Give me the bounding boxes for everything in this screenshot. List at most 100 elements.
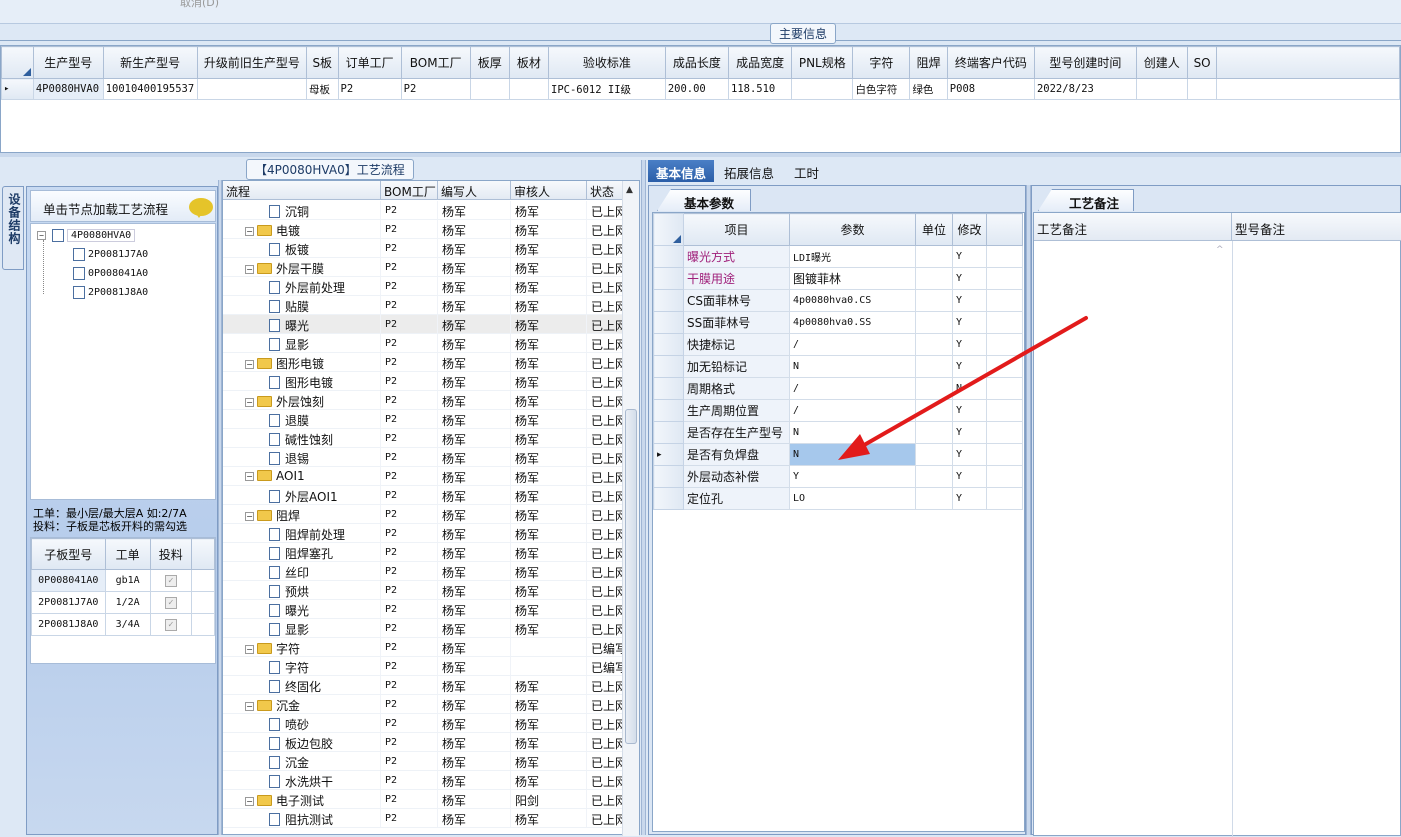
main-cell[interactable]: 4P0080HVA0 (32, 78, 104, 100)
table-row[interactable]: 0P008041A0 gb1A ✓ (31, 569, 216, 592)
process-row[interactable]: 退锡P2杨军杨军已上网 (223, 448, 623, 467)
tab-basic-info[interactable]: 基本信息 (648, 160, 715, 182)
main-cell[interactable] (196, 78, 308, 100)
main-cell[interactable]: P2 (400, 78, 471, 100)
process-row[interactable]: 外层AOI1P2杨军杨军已上网 (223, 486, 623, 505)
col-order[interactable]: 工单 (104, 538, 151, 570)
col-header[interactable]: 板材 (508, 46, 550, 79)
main-cell[interactable]: 绿色 (909, 78, 948, 100)
main-info-grid[interactable]: 生产型号 新生产型号 升级前旧生产型号 S板 订单工厂 BOM工厂 板厚 板材 验收标准 成品长度… (0, 45, 1401, 153)
row-indicator[interactable] (653, 399, 684, 422)
param-modified[interactable]: Y (952, 267, 987, 290)
param-value[interactable]: 4p0080hva0.CS (789, 289, 916, 312)
scroll-up-icon[interactable]: ^ (1216, 245, 1224, 255)
collapse-icon[interactable]: − (245, 472, 254, 481)
process-row[interactable]: 外层前处理P2杨军杨军已上网 (223, 277, 623, 296)
col-header[interactable]: 创建人 (1135, 46, 1188, 79)
main-cell[interactable]: 10010400195537 (102, 78, 198, 100)
main-cell[interactable]: 母板 (306, 78, 339, 100)
col-header[interactable]: 板厚 (469, 46, 510, 79)
col-bom-factory[interactable]: BOM工厂 (381, 181, 438, 199)
param-modified[interactable]: Y (952, 487, 987, 510)
col-header[interactable]: 成品长度 (664, 46, 730, 79)
col-modified[interactable]: 修改 (952, 213, 987, 246)
main-cell[interactable] (469, 78, 510, 100)
select-all-corner[interactable] (653, 213, 684, 246)
feed-checkbox[interactable]: ✓ (164, 618, 177, 631)
row-indicator[interactable]: ▸ (653, 443, 684, 466)
scroll-up-icon[interactable]: ▲ (626, 185, 633, 195)
main-cell[interactable]: 2022/8/23 (1033, 78, 1137, 100)
main-cell[interactable]: 200.00 (664, 78, 730, 100)
col-param[interactable]: 参数 (789, 213, 916, 246)
row-indicator[interactable] (653, 245, 684, 268)
main-data-row[interactable]: ▸ 4P0080HVA0 10010400195537 母板 P2 P2 IPC-6012… (1, 78, 1400, 100)
collapse-icon[interactable]: − (245, 512, 254, 521)
param-row[interactable]: 干膜用途 图镀菲林 Y (653, 267, 1023, 290)
process-row[interactable]: 预烘P2杨军杨军已上网 (223, 581, 623, 600)
process-row[interactable]: 丝印P2杨军杨军已上网 (223, 562, 623, 581)
row-indicator[interactable] (653, 487, 684, 510)
process-row[interactable]: − 电子测试 P2杨军阳剑已上网 (223, 790, 623, 809)
process-row[interactable]: 沉金P2杨军杨军已上网 (223, 752, 623, 771)
process-row[interactable]: −外层蚀刻P2杨军杨军已上网 (223, 391, 623, 410)
collapse-icon[interactable]: − (245, 227, 254, 236)
process-scrollbar[interactable]: ▲ (622, 181, 639, 836)
col-feed[interactable]: 投料 (149, 538, 192, 570)
param-value[interactable]: 图镀菲林 (789, 267, 916, 290)
col-header[interactable]: SO (1186, 46, 1218, 79)
col-header[interactable]: 终端客户代码 (946, 46, 1035, 79)
feed-checkbox[interactable]: ✓ (164, 574, 177, 587)
col-header[interactable]: 生产型号 (32, 46, 104, 79)
process-row[interactable]: 退膜P2杨军杨军已上网 (223, 410, 623, 429)
horizontal-splitter[interactable] (0, 153, 1401, 157)
col-header[interactable]: 订单工厂 (337, 46, 402, 79)
model-tree[interactable]: − 4P0080HVA0 2P0081J7A0 0P008041A0 2P008… (30, 223, 216, 500)
col-header[interactable]: BOM工厂 (400, 46, 471, 79)
param-unit[interactable] (915, 289, 953, 312)
collapse-icon[interactable]: − (245, 702, 254, 711)
process-row[interactable]: 板镀P2杨军杨军已上网 (223, 239, 623, 258)
param-row[interactable]: 定位孔 LO Y (653, 487, 1023, 510)
param-row[interactable]: CS面菲林号 4p0080hva0.CS Y (653, 289, 1023, 312)
tree-node-root[interactable]: − 4P0080HVA0 (37, 226, 136, 244)
main-cell[interactable] (1186, 78, 1218, 100)
process-row[interactable]: 沉铜P2杨军杨军已上网 (223, 201, 623, 220)
col-author[interactable]: 编写人 (438, 181, 511, 199)
main-cell[interactable] (508, 78, 550, 100)
main-cell[interactable]: 白色字符 (852, 78, 911, 100)
col-header[interactable]: 新生产型号 (102, 46, 198, 79)
process-row[interactable]: 字符 P2杨军 已编写 (223, 657, 623, 676)
process-row[interactable]: 曝光P2杨军杨军已上网 (223, 315, 623, 334)
process-row[interactable]: 水洗烘干P2杨军杨军已上网 (223, 771, 623, 790)
col-header[interactable]: S板 (306, 46, 339, 79)
tab-equipment-structure[interactable]: 设备结构 (2, 186, 24, 270)
col-header[interactable]: 验收标准 (548, 46, 666, 79)
scrollbar-thumb[interactable] (625, 409, 637, 744)
col-reviewer[interactable]: 审核人 (511, 181, 587, 199)
middle-splitter[interactable] (641, 160, 646, 835)
feed-checkbox[interactable]: ✓ (164, 596, 177, 609)
collapse-icon[interactable]: − (245, 398, 254, 407)
col-header[interactable]: 型号创建时间 (1033, 46, 1137, 79)
process-row[interactable]: 板边包胶P2杨军杨军已上网 (223, 733, 623, 752)
tab-extended-info[interactable]: 拓展信息 (716, 160, 782, 182)
tree-node-child[interactable]: 2P0081J8A0 (73, 283, 148, 301)
tab-process-remark[interactable]: 工艺备注 (1038, 189, 1135, 211)
col-item[interactable]: 项目 (683, 213, 790, 246)
collapse-icon[interactable]: − (245, 645, 254, 654)
param-unit[interactable] (915, 267, 953, 290)
select-all-corner[interactable] (1, 46, 34, 79)
row-indicator[interactable] (653, 333, 684, 356)
tab-work-hours[interactable]: 工时 (786, 160, 827, 182)
process-row[interactable]: − 字符 P2杨军 已编写 (223, 638, 623, 657)
tree-node-child[interactable]: 0P008041A0 (73, 264, 148, 282)
collapse-icon[interactable]: − (245, 797, 254, 806)
process-row[interactable]: 图形电镀P2杨军杨军已上网 (223, 372, 623, 391)
collapse-icon[interactable]: − (245, 265, 254, 274)
main-cell[interactable] (1135, 78, 1188, 100)
cell-order[interactable]: 3/4A (104, 613, 151, 636)
param-value[interactable]: LO (789, 487, 916, 510)
tab-basic-params[interactable]: 基本参数 (657, 189, 752, 211)
process-row[interactable]: −图形电镀P2杨军杨军已上网 (223, 353, 623, 372)
